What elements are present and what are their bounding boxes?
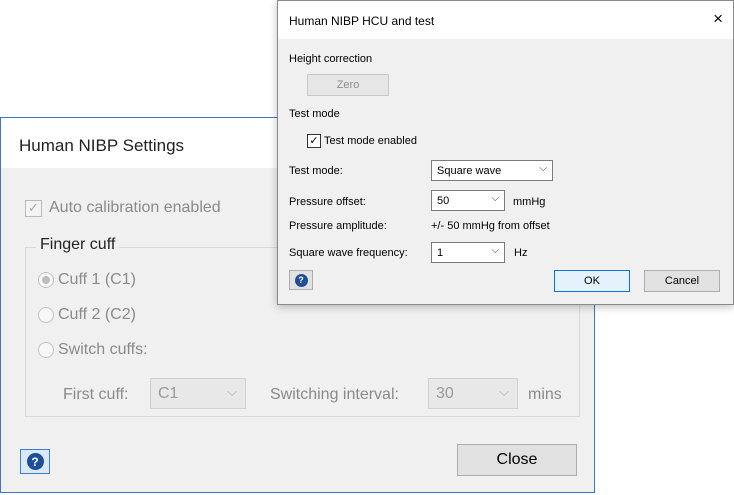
checkmark-icon: ✓ [307, 134, 321, 148]
switching-interval-unit: mins [528, 386, 562, 403]
help-button[interactable]: ? [20, 449, 50, 474]
finger-cuff-legend: Finger cuff [36, 236, 120, 254]
first-cuff-label: First cuff: [63, 386, 129, 403]
height-correction-label: Height correction [289, 53, 373, 65]
chevron-down-icon: ⌵ [499, 384, 509, 399]
radio-cuff-1[interactable]: Cuff 1 (C1) [38, 271, 136, 289]
switching-interval-select[interactable]: 30 ⌵ [428, 378, 518, 409]
first-cuff-value: C1 [158, 385, 179, 402]
pressure-amplitude-label: Pressure amplitude: [289, 220, 387, 232]
question-mark-icon: ? [26, 453, 44, 470]
radio-cuff-2-label: Cuff 2 (C2) [58, 306, 136, 323]
pressure-offset-value: 50 [437, 195, 450, 207]
help-button[interactable]: ? [289, 270, 313, 290]
radio-unselected-icon [38, 342, 54, 358]
pressure-offset-unit: mmHg [513, 196, 546, 208]
square-wave-frequency-select[interactable]: 1 ⌵ [431, 242, 505, 263]
switching-interval-value: 30 [436, 385, 454, 402]
radio-switch-cuffs-label: Switch cuffs: [58, 341, 148, 358]
hcu-title: Human NIBP HCU and test [289, 14, 435, 28]
chevron-down-icon: ⌵ [491, 245, 499, 256]
chevron-down-icon: ⌵ [227, 384, 237, 399]
pressure-offset-label: Pressure offset: [289, 196, 366, 208]
test-mode-enabled-label: Test mode enabled [324, 135, 417, 147]
radio-cuff-1-label: Cuff 1 (C1) [58, 271, 136, 288]
pressure-amplitude-value: +/- 50 mmHg from offset [431, 220, 550, 232]
test-mode-enabled-checkbox[interactable]: ✓ Test mode enabled [307, 134, 417, 148]
square-wave-frequency-unit: Hz [514, 247, 528, 259]
first-cuff-select[interactable]: C1 ⌵ [150, 378, 246, 409]
radio-unselected-icon [38, 307, 54, 323]
chevron-down-icon: ⌵ [539, 163, 547, 174]
test-mode-value: Square wave [437, 165, 502, 177]
close-icon[interactable]: × [713, 9, 723, 29]
hcu-titlebar: Human NIBP HCU and test × [278, 1, 733, 39]
close-button[interactable]: Close [457, 444, 577, 476]
question-mark-icon: ? [294, 273, 308, 287]
hcu-test-dialog: Human NIBP HCU and test × Height correct… [277, 0, 734, 305]
settings-title: Human NIBP Settings [19, 136, 185, 155]
auto-calibration-checkbox[interactable]: ✓ Auto calibration enabled [25, 199, 221, 217]
checkbox-check-icon: ✓ [25, 199, 42, 217]
test-mode-select[interactable]: Square wave ⌵ [431, 160, 553, 181]
radio-selected-icon [38, 272, 54, 288]
ok-button[interactable]: OK [554, 270, 630, 292]
cancel-button[interactable]: Cancel [644, 270, 720, 292]
pressure-offset-select[interactable]: 50 ⌵ [431, 190, 505, 211]
switching-interval-label: Switching interval: [270, 386, 399, 403]
chevron-down-icon: ⌵ [491, 193, 499, 204]
radio-switch-cuffs[interactable]: Switch cuffs: [38, 341, 148, 359]
zero-button[interactable]: Zero [307, 74, 389, 96]
radio-cuff-2[interactable]: Cuff 2 (C2) [38, 306, 136, 324]
test-mode-label: Test mode: [289, 165, 343, 177]
test-mode-section-label: Test mode [289, 108, 340, 120]
square-wave-frequency-value: 1 [437, 247, 444, 259]
square-wave-frequency-label: Square wave frequency: [289, 247, 408, 259]
auto-calibration-label: Auto calibration enabled [49, 199, 221, 216]
